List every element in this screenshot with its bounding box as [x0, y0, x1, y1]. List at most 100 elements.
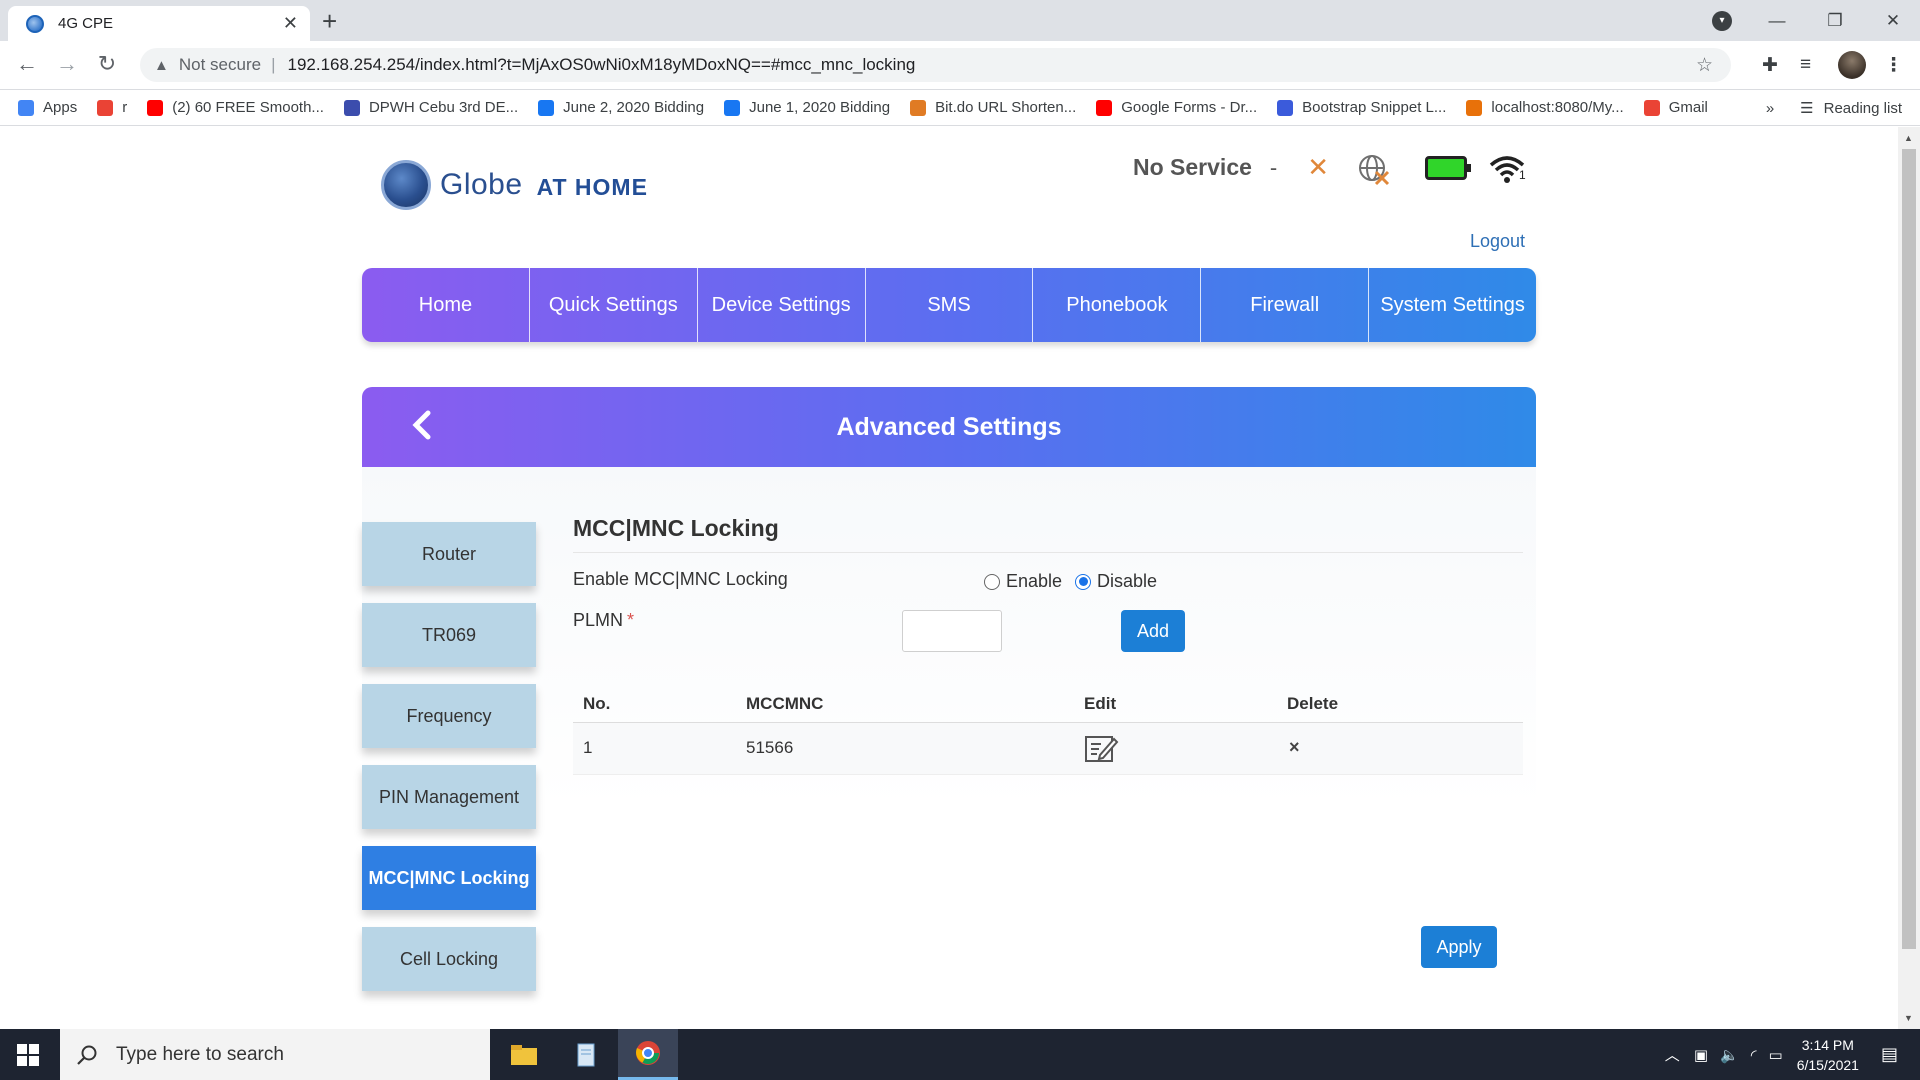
disable-radio[interactable]: Disable	[1075, 571, 1157, 592]
network-wifi-icon[interactable]: ◜	[1751, 1046, 1757, 1064]
no-signal-x-icon: ✕	[1307, 152, 1330, 182]
youtube-icon	[147, 99, 164, 116]
nav-item-home[interactable]: Home	[362, 268, 530, 342]
bookmark-item[interactable]: Apps	[18, 99, 77, 116]
taskbar-clock[interactable]: 3:14 PM 6/15/2021	[1797, 1035, 1859, 1075]
forward-arrow-icon[interactable]: →	[52, 51, 82, 77]
windows-start-icon[interactable]	[16, 1043, 40, 1067]
url-text[interactable]: 192.168.254.254/index.html?t=MjAxOS0wNi0…	[287, 55, 915, 75]
reading-list-label[interactable]: Reading list	[1824, 100, 1902, 117]
nav-item-sms[interactable]: SMS	[866, 268, 1034, 342]
nav-item-quick-settings[interactable]: Quick Settings	[530, 268, 698, 342]
warning-triangle-icon[interactable]: ▲	[154, 57, 169, 74]
nav-item-device-settings[interactable]: Device Settings	[698, 268, 866, 342]
browser-toolbar: ← → ↻ ▲ Not secure | 192.168.254.254/ind…	[0, 41, 1920, 90]
table-row: 1 51566 ×	[573, 723, 1523, 775]
bookmark-label: Google Forms - Dr...	[1121, 99, 1258, 116]
enable-radio[interactable]: Enable	[984, 571, 1062, 592]
back-arrow-icon[interactable]: ←	[12, 51, 42, 77]
advanced-sidebar: Router TR069 Frequency PIN Management MCC|MN…	[362, 522, 536, 1008]
profile-menu-icon[interactable]: ▾	[1712, 11, 1732, 31]
plmn-input[interactable]	[902, 610, 1002, 652]
enable-radio-circle[interactable]	[984, 573, 1000, 590]
bookmarks-right-group: » ☰ Reading list	[1766, 90, 1902, 126]
logout-link[interactable]: Logout	[1470, 231, 1525, 252]
new-tab-button[interactable]: +	[322, 6, 337, 36]
scrollbar-thumb[interactable]	[1902, 149, 1916, 949]
clock-time: 3:14 PM	[1801, 1036, 1854, 1053]
column-header-delete: Delete	[1287, 694, 1339, 713]
browser-menu-kebab-icon[interactable]: ⋮	[1884, 54, 1903, 77]
reload-icon[interactable]: ↻	[92, 51, 122, 77]
page-scrollbar[interactable]: ▲ ▼	[1898, 127, 1920, 1029]
internet-disconnected-globe-icon	[1357, 153, 1390, 185]
add-button[interactable]: Add	[1121, 610, 1185, 652]
bookmark-item[interactable]: June 2, 2020 Bidding	[538, 99, 704, 116]
mccmnc-table: No. MCCMNC Edit Delete 1 51566 ×	[573, 683, 1523, 775]
scroll-down-arrow-icon[interactable]: ▼	[1904, 1013, 1913, 1023]
sidebar-item-router[interactable]: Router	[362, 522, 536, 586]
sidebar-item-pin-management[interactable]: PIN Management	[362, 765, 536, 829]
reading-list-icon[interactable]: ☰	[1800, 99, 1813, 117]
apply-button[interactable]: Apply	[1421, 926, 1497, 968]
media-playlist-icon[interactable]: ≡	[1800, 54, 1811, 76]
bookmark-label: Apps	[43, 99, 78, 116]
tray-device-icon[interactable]: ▣	[1694, 1046, 1708, 1064]
sidebar-item-tr069[interactable]: TR069	[362, 603, 536, 667]
scroll-up-arrow-icon[interactable]: ▲	[1904, 133, 1913, 143]
table-body: 1 51566 ×	[573, 723, 1523, 775]
taskbar-search-box[interactable]: Type here to search	[60, 1029, 490, 1080]
enable-radio-label[interactable]: Enable	[1006, 571, 1062, 592]
more-bookmarks-chevron[interactable]: »	[1766, 100, 1774, 117]
edit-icon[interactable]	[1084, 733, 1120, 765]
globe-logo-icon	[381, 160, 431, 210]
sidebar-item-frequency[interactable]: Frequency	[362, 684, 536, 748]
bookmark-item[interactable]: Bootstrap Snippet L...	[1277, 99, 1446, 116]
nav-item-system-settings[interactable]: System Settings	[1369, 268, 1536, 342]
bookmark-item[interactable]: Gmail	[1643, 99, 1708, 116]
bookmark-item[interactable]: localhost:8080/My...	[1466, 99, 1624, 116]
volume-icon[interactable]: 🔈	[1720, 1046, 1739, 1064]
main-navigation: Home Quick Settings Device Settings SMS Phon…	[362, 268, 1536, 342]
minimize-icon[interactable]: —	[1748, 11, 1806, 31]
user-avatar[interactable]	[1838, 51, 1866, 79]
bookmark-label: DPWH Cebu 3rd DE...	[368, 99, 519, 116]
delete-x-icon[interactable]: ×	[1289, 737, 1300, 758]
sidebar-item-mcc-mnc-locking[interactable]: MCC|MNC Locking	[362, 846, 536, 910]
notifications-icon[interactable]: ▤	[1881, 1044, 1898, 1065]
advanced-settings-header: Advanced Settings	[362, 387, 1536, 467]
extensions-puzzle-icon[interactable]: ✚	[1762, 54, 1778, 77]
address-bar[interactable]: ▲ Not secure | 192.168.254.254/index.htm…	[140, 48, 1731, 82]
notepad-app-icon[interactable]	[556, 1029, 616, 1080]
browser-tab[interactable]: 4G CPE ✕	[8, 6, 310, 41]
window-close-icon[interactable]: ✕	[1864, 11, 1920, 31]
taskbar-search-placeholder[interactable]: Type here to search	[116, 1044, 284, 1066]
battery-tray-icon[interactable]: ▭	[1769, 1046, 1783, 1064]
bookmark-item[interactable]: Bit.do URL Shorten...	[910, 99, 1076, 116]
nav-item-phonebook[interactable]: Phonebook	[1033, 268, 1202, 342]
tab-close-icon[interactable]: ✕	[283, 13, 298, 34]
plmn-label: PLMN *	[573, 610, 635, 630]
disable-radio-label[interactable]: Disable	[1097, 571, 1157, 592]
address-separator: |	[271, 55, 276, 74]
bookmark-label: (2) 60 FREE Smooth...	[172, 99, 324, 116]
bookmark-item[interactable]: (2) 60 FREE Smooth...	[147, 99, 324, 116]
not-secure-label[interactable]: Not secure	[179, 55, 261, 75]
table-header-row: No. MCCMNC Edit Delete	[573, 683, 1523, 723]
bookmark-item[interactable]: r	[97, 99, 127, 116]
bookmark-item[interactable]: June 1, 2020 Bidding	[724, 99, 890, 116]
tray-chevron-up-icon[interactable]: ︿	[1665, 1044, 1680, 1065]
sidebar-item-cell-locking[interactable]: Cell Locking	[362, 927, 536, 991]
chrome-taskbar-icon[interactable]	[618, 1029, 678, 1080]
gmail-icon	[1643, 99, 1660, 116]
back-chevron-icon[interactable]	[406, 405, 436, 445]
apps-grid-icon	[18, 99, 34, 116]
disable-radio-circle[interactable]	[1075, 573, 1091, 590]
file-explorer-icon[interactable]	[494, 1029, 554, 1080]
restore-icon[interactable]: ❐	[1806, 11, 1864, 31]
nav-item-firewall[interactable]: Firewall	[1201, 268, 1370, 342]
bootstrap-icon	[1277, 99, 1294, 116]
bookmark-item[interactable]: DPWH Cebu 3rd DE...	[343, 99, 519, 116]
bookmark-star-icon[interactable]: ☆	[1696, 54, 1713, 77]
bookmark-item[interactable]: Google Forms - Dr...	[1096, 99, 1257, 116]
